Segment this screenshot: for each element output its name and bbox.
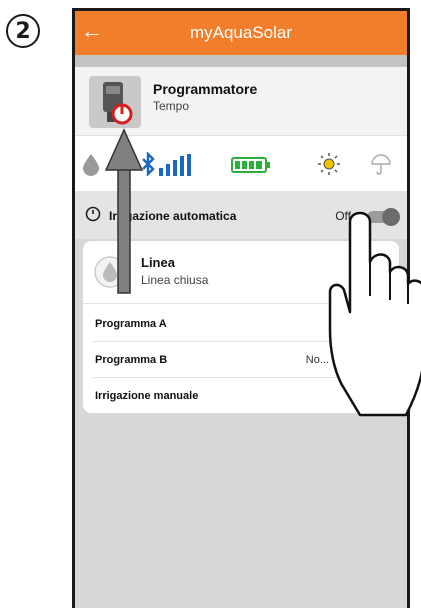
program-row[interactable]: Programma B No...: [93, 343, 389, 378]
battery-icon: [231, 156, 271, 179]
auto-irrigation-value: Off: [335, 209, 351, 223]
device-name: Programmatore: [153, 81, 258, 97]
program-row[interactable]: Programma A: [93, 307, 389, 342]
device-subtitle: Tempo: [153, 99, 190, 113]
phone-screen: ← myAquaSolar Programmatore Tempo Irriga…: [72, 8, 410, 608]
step-number-badge: 2: [6, 14, 40, 48]
program-value: No...: [305, 354, 329, 366]
sun-icon: [317, 152, 341, 181]
program-label: Programma B: [95, 354, 168, 366]
timer-icon: [85, 206, 101, 227]
edit-pencil-icon[interactable]: [373, 388, 387, 407]
toggle-knob: [382, 208, 400, 226]
line-subtitle: Linea chiusa: [141, 273, 209, 287]
auto-irrigation-label: Irrigazione automatica: [109, 209, 237, 223]
manual-irrigation-label: Irrigazione manuale: [95, 390, 199, 402]
device-header: Programmatore Tempo: [75, 67, 407, 135]
signal-bars-icon: [159, 154, 191, 181]
manual-irrigation-row[interactable]: Irrigazione manuale: [93, 379, 389, 413]
status-icons-row: [75, 135, 407, 193]
line-header[interactable]: Linea Linea chiusa: [83, 241, 399, 304]
line-card: Linea Linea chiusa Programma A Programma…: [83, 241, 399, 413]
app-bar: ← myAquaSolar: [75, 11, 407, 55]
auto-irrigation-toggle[interactable]: [367, 208, 400, 226]
program-label: Programma A: [95, 318, 167, 330]
auto-irrigation-row[interactable]: Irrigazione automatica Off: [75, 191, 407, 239]
sub-bar: [75, 55, 407, 67]
app-title: myAquaSolar: [189, 23, 293, 42]
device-image: [89, 76, 141, 128]
water-drop-icon: [81, 152, 101, 181]
umbrella-icon: [369, 152, 393, 181]
bluetooth-icon: [141, 151, 155, 181]
valve-icon: [93, 255, 127, 294]
line-title: Linea: [141, 255, 175, 270]
